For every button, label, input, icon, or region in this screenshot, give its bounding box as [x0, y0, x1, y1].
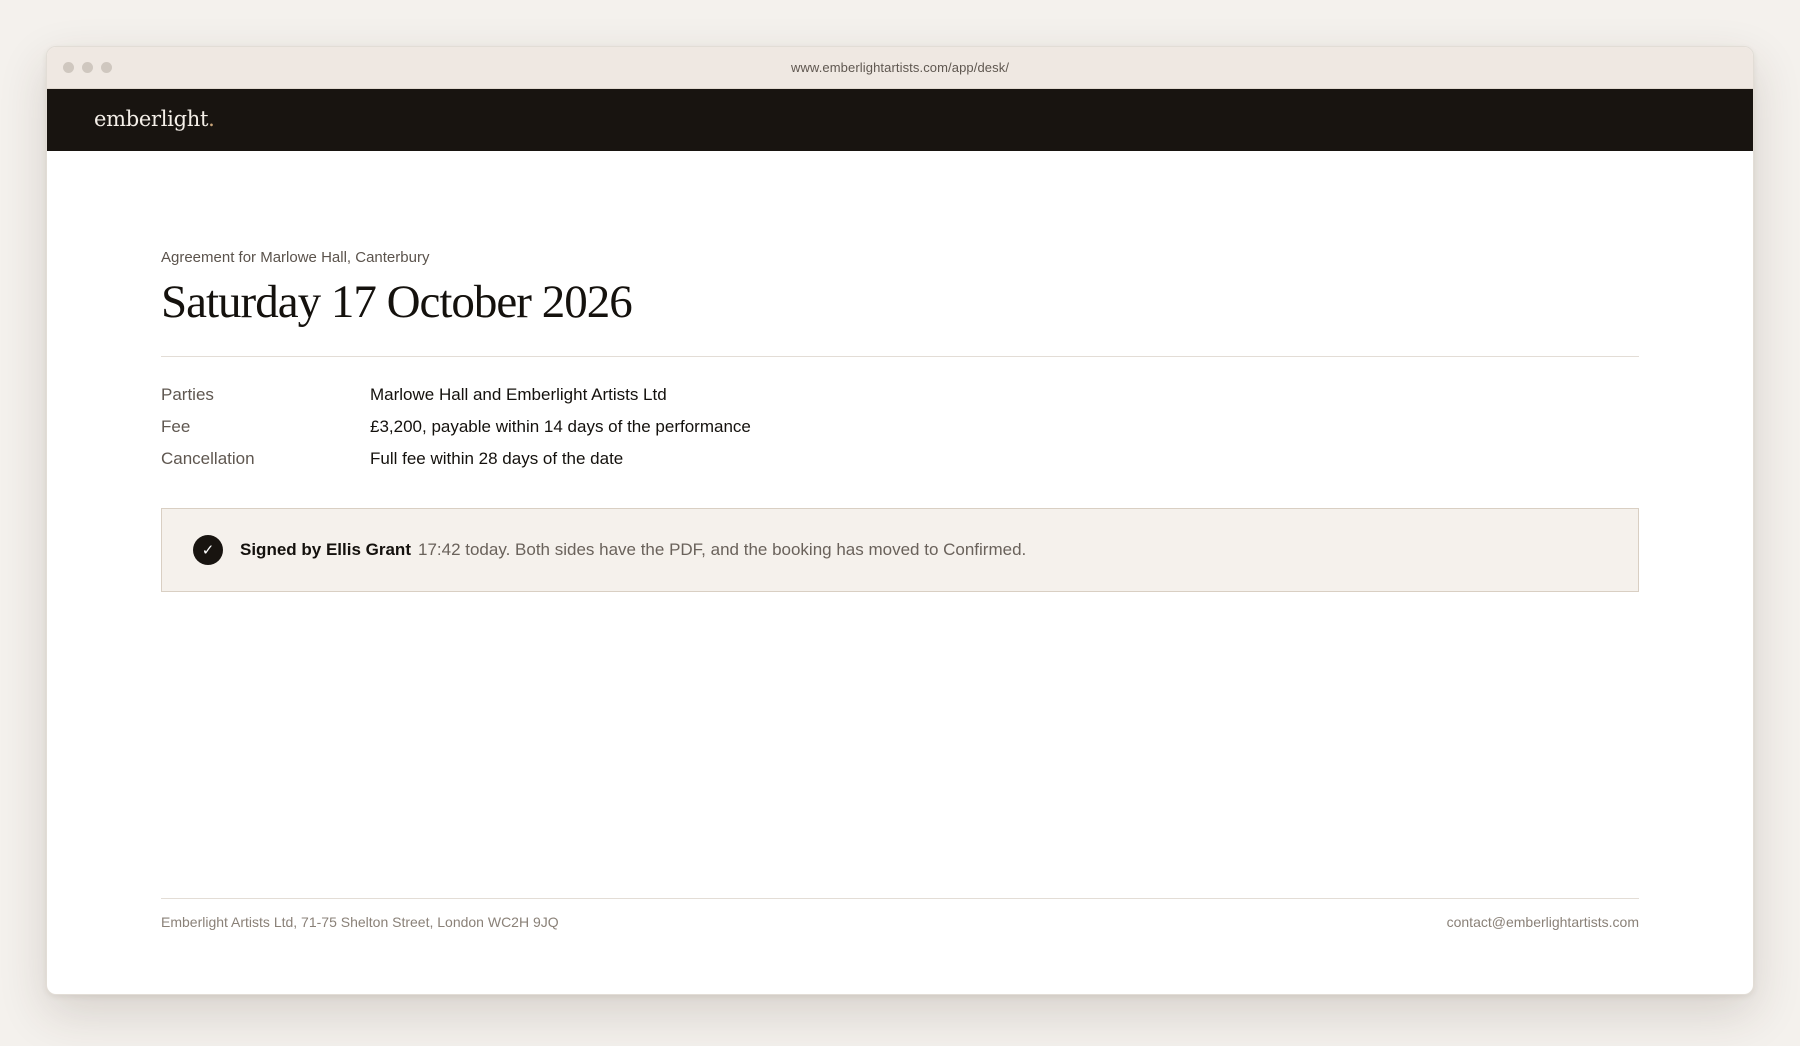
term-value: Full fee within 28 days of the date — [370, 449, 624, 468]
signed-by-label: Signed by Ellis Grant — [240, 540, 411, 559]
page-title: Saturday 17 October 2026 — [161, 276, 633, 328]
term-value: £3,200, payable within 14 days of the pe… — [370, 417, 751, 436]
term-row-cancellation: Cancellation Full fee within 28 days of … — [161, 443, 1639, 475]
address-bar[interactable]: www.emberlightartists.com/app/desk/ — [47, 60, 1753, 75]
browser-chrome: www.emberlightartists.com/app/desk/ — [47, 47, 1753, 89]
footer-address: Emberlight Artists Ltd, 71-75 Shelton St… — [161, 914, 559, 930]
brand-mark: . — [208, 107, 215, 131]
divider — [161, 356, 1639, 357]
top-navbar: emberlight. — [47, 89, 1753, 151]
term-row-fee: Fee £3,200, payable within 14 days of th… — [161, 411, 1639, 443]
term-value: Marlowe Hall and Emberlight Artists Ltd — [370, 385, 667, 404]
term-label: Fee — [161, 417, 191, 436]
signed-notice: ✓ Signed by Ellis Grant 17:42 today. Bot… — [161, 508, 1639, 592]
agreement-eyebrow: Agreement for Marlowe Hall, Canterbury — [161, 249, 430, 266]
term-row-parties: Parties Marlowe Hall and Emberlight Arti… — [161, 379, 1639, 411]
footer-divider — [161, 898, 1639, 899]
term-label: Parties — [161, 385, 214, 404]
term-label: Cancellation — [161, 449, 255, 468]
footer-contact-link[interactable]: contact@emberlightartists.com — [1447, 914, 1639, 930]
brand-name: emberlight — [94, 107, 209, 131]
signed-detail: 17:42 today. Both sides have the PDF, an… — [417, 540, 1027, 559]
brand-logo[interactable]: emberlight. — [94, 107, 215, 131]
agreement-page: Agreement for Marlowe Hall, Canterbury S… — [161, 151, 1639, 994]
browser-window: www.emberlightartists.com/app/desk/ embe… — [46, 46, 1754, 995]
check-icon: ✓ — [193, 535, 223, 565]
agreement-terms: Parties Marlowe Hall and Emberlight Arti… — [161, 379, 1639, 475]
